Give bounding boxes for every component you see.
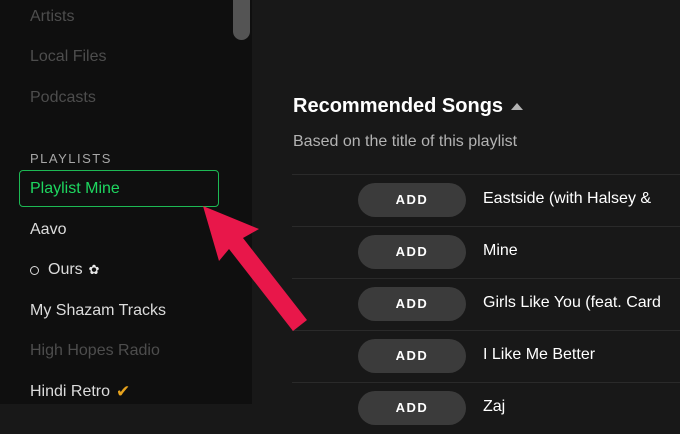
song-title: Girls Like You (feat. Card [483,294,661,311]
nav-item-podcasts[interactable]: Podcasts [30,89,96,107]
song-title: Mine [483,242,518,259]
playlist-item-my-shazam-tracks[interactable]: My Shazam Tracks [30,302,166,320]
song-row[interactable]: ADD Eastside (with Halsey & [292,174,680,226]
recommended-songs-subtitle: Based on the title of this playlist [293,133,518,150]
sidebar-scrollbar[interactable] [233,0,250,40]
nav-item-artists[interactable]: Artists [30,8,74,26]
add-song-button[interactable]: ADD [358,391,466,425]
song-title: I Like Me Better [483,346,596,363]
recommended-songs-title: Recommended Songs [293,95,504,117]
song-title: Eastside (with Halsey & [483,190,652,207]
song-row[interactable]: ADD Zaj [292,382,680,434]
playlist-item-label: Ours [48,261,83,278]
recommended-songs-header[interactable]: Recommended Songs [293,95,524,118]
playlist-item-playlist-mine[interactable]: Playlist Mine [19,170,219,207]
circle-icon [30,265,39,275]
playlist-item-label: High Hopes Radio [30,342,160,359]
add-song-button[interactable]: ADD [358,183,466,217]
sidebar: Artists Local Files Podcasts PLAYLISTS P… [0,0,252,404]
add-song-button[interactable]: ADD [358,287,466,321]
song-title: Zaj [483,398,506,415]
playlist-item-ours[interactable]: Ours ✿ [30,261,100,279]
playlist-item-high-hopes-radio[interactable]: High Hopes Radio [30,342,160,360]
nav-item-local-files[interactable]: Local Files [30,48,106,66]
playlist-item-label: My Shazam Tracks [30,302,167,319]
playlist-item-aavo[interactable]: Aavo [30,221,66,239]
playlists-section-label: PLAYLISTS [30,151,112,166]
playlist-item-hindi-retro[interactable]: Hindi Retro ✔ [30,382,130,402]
playlist-item-label: Aavo [30,221,67,238]
flower-icon: ✿ [88,262,100,277]
check-icon: ✔ [116,382,131,401]
song-row[interactable]: ADD Girls Like You (feat. Card [292,278,680,330]
add-song-button[interactable]: ADD [358,339,466,373]
song-row[interactable]: ADD I Like Me Better [292,330,680,382]
add-song-button[interactable]: ADD [358,235,466,269]
playlist-item-label: Playlist Mine [30,180,120,197]
song-row[interactable]: ADD Mine [292,226,680,278]
main-content: Recommended Songs Based on the title of … [252,0,680,425]
caret-up-icon [511,103,524,110]
playlist-item-label: Hindi Retro [30,383,111,400]
